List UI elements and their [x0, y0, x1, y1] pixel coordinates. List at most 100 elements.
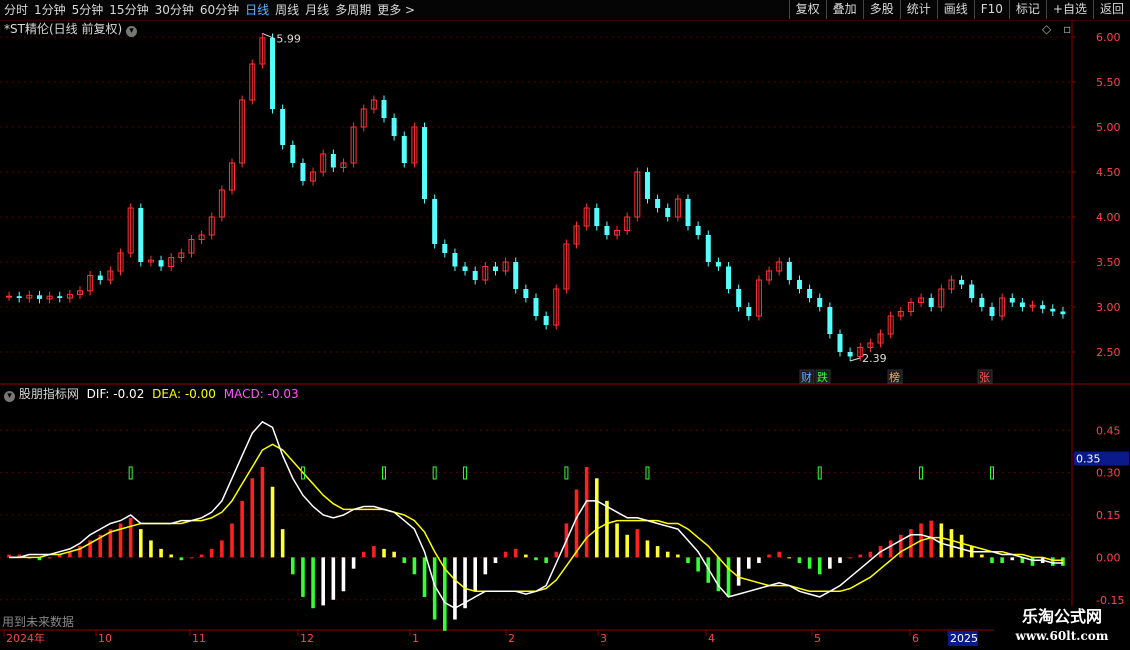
macd-bar [503, 551, 508, 558]
candle-body-down [158, 260, 164, 267]
macd-bar [1000, 557, 1004, 564]
candle-body-down [432, 199, 438, 244]
macd-bar [767, 554, 771, 558]
macd-bar [220, 540, 224, 558]
candle-body-down [604, 226, 610, 235]
macd-bar [807, 557, 812, 569]
indicator-tick-label: 0.45 [1096, 424, 1121, 437]
macd-bar [757, 557, 761, 564]
macd-bar [686, 557, 690, 564]
title-dropdown-icon[interactable]: ▾ [125, 26, 137, 37]
macd-value: MACD: -0.03 [223, 387, 299, 401]
indicator-name[interactable]: 股朋指标网 [19, 387, 79, 401]
candle-body-up [6, 295, 13, 298]
macd-bar [554, 551, 559, 558]
candle-body-down [786, 262, 792, 280]
candle-body-down [989, 307, 995, 316]
macd-bar [230, 523, 234, 558]
macd-bar [128, 517, 133, 558]
macd-bar [909, 529, 913, 558]
candle-body-down [36, 295, 42, 299]
macd-bar [493, 557, 498, 564]
x-tick-label: 11 [192, 632, 206, 645]
indicator-dropdown-icon[interactable]: ▾ [4, 391, 15, 402]
macd-bar [463, 557, 467, 609]
candle-body-down [523, 289, 529, 298]
macd-bar [939, 523, 944, 558]
macd-bar [828, 557, 832, 569]
candle-body-down [726, 266, 732, 289]
candle-body-down [452, 253, 458, 267]
stock-title[interactable]: *ST精伦(日线 前复权) [4, 22, 122, 36]
chart-canvas[interactable]: 6.00 5.50 5.00 4.50 4.00 3.50 3.00 2.50 5.99 2.39… [0, 0, 1130, 650]
macd-bar [726, 557, 731, 597]
macd-bar [422, 557, 427, 597]
macd-bar [250, 478, 255, 558]
candle-body-down [57, 296, 63, 298]
macd-bar [645, 540, 650, 558]
price-tick-label: 6.00 [1096, 31, 1121, 44]
macd-bar [665, 551, 670, 558]
macd-bar [301, 557, 305, 597]
macd-bar [473, 557, 477, 592]
event-marker-3: 张 [979, 371, 990, 384]
candle-body-down [969, 284, 975, 298]
candle-body-down [644, 172, 650, 199]
signal-tick [128, 466, 133, 480]
close-icon[interactable]: ▫ [1063, 22, 1071, 36]
candle-body-down [442, 244, 448, 253]
macd-bar [361, 551, 366, 558]
high-price-label: 5.99 [276, 32, 301, 45]
x-tick-label: 12 [300, 632, 314, 645]
price-pane-title: *ST精伦(日线 前复权) ▾ [4, 22, 137, 37]
current-value-label: 0.35 [1076, 453, 1101, 466]
macd-bar [189, 557, 194, 559]
candle-body-down [290, 145, 296, 163]
x-tick-label: 5 [814, 632, 821, 645]
macd-bar [1030, 557, 1035, 566]
x-tick-label: 2 [508, 632, 515, 645]
indicator-tick-label: 0.15 [1096, 509, 1121, 522]
price-tick-label: 3.50 [1096, 256, 1121, 269]
candle-body-down [594, 208, 600, 226]
x-tick-label: 2025 [950, 632, 978, 645]
dea-value: DEA: -0.00 [152, 387, 216, 401]
candle-body-down [796, 280, 802, 289]
candle-body-down [330, 154, 336, 168]
macd-bar [270, 486, 275, 558]
diamond-icon[interactable]: ◇ [1042, 22, 1051, 36]
candle-body-down [685, 199, 691, 226]
macd-bar [453, 557, 457, 620]
macd-bar [291, 557, 295, 575]
macd-bar [838, 557, 842, 564]
price-tick-label: 4.50 [1096, 166, 1121, 179]
macd-bar [47, 557, 52, 559]
macd-bar [199, 554, 204, 558]
watermark-title: 乐淘公式网 [1021, 607, 1102, 626]
candle-body-down [979, 298, 985, 307]
macd-bar [240, 500, 244, 558]
macd-bar [402, 557, 407, 564]
macd-bar [1061, 557, 1065, 566]
candle-body-down [401, 136, 407, 163]
candle-body-down [138, 208, 144, 262]
candle-body-down [16, 296, 22, 298]
candle-body-down [533, 298, 539, 316]
macd-bar [888, 540, 893, 558]
candle-body-down [543, 316, 549, 325]
watermark: 乐淘公式网 www.60lt.com [994, 606, 1130, 650]
event-marker-1: 跌 [817, 370, 828, 384]
macd-bar [676, 554, 680, 558]
macd-bar [777, 551, 781, 558]
macd-bar [149, 540, 153, 558]
dif-value: DIF: -0.02 [86, 387, 145, 401]
macd-bar [848, 557, 852, 559]
macd-bar [513, 548, 518, 558]
macd-bar [280, 529, 285, 558]
macd-bar [351, 557, 356, 569]
candle-body-down [300, 163, 306, 181]
x-tick-label: 6 [912, 632, 919, 645]
indicator-legend: ▾ 股朋指标网 DIF: -0.02 DEA: -0.00 MACD: -0.0… [4, 387, 299, 402]
macd-bar [311, 557, 315, 609]
candle-body-down [1009, 298, 1015, 303]
